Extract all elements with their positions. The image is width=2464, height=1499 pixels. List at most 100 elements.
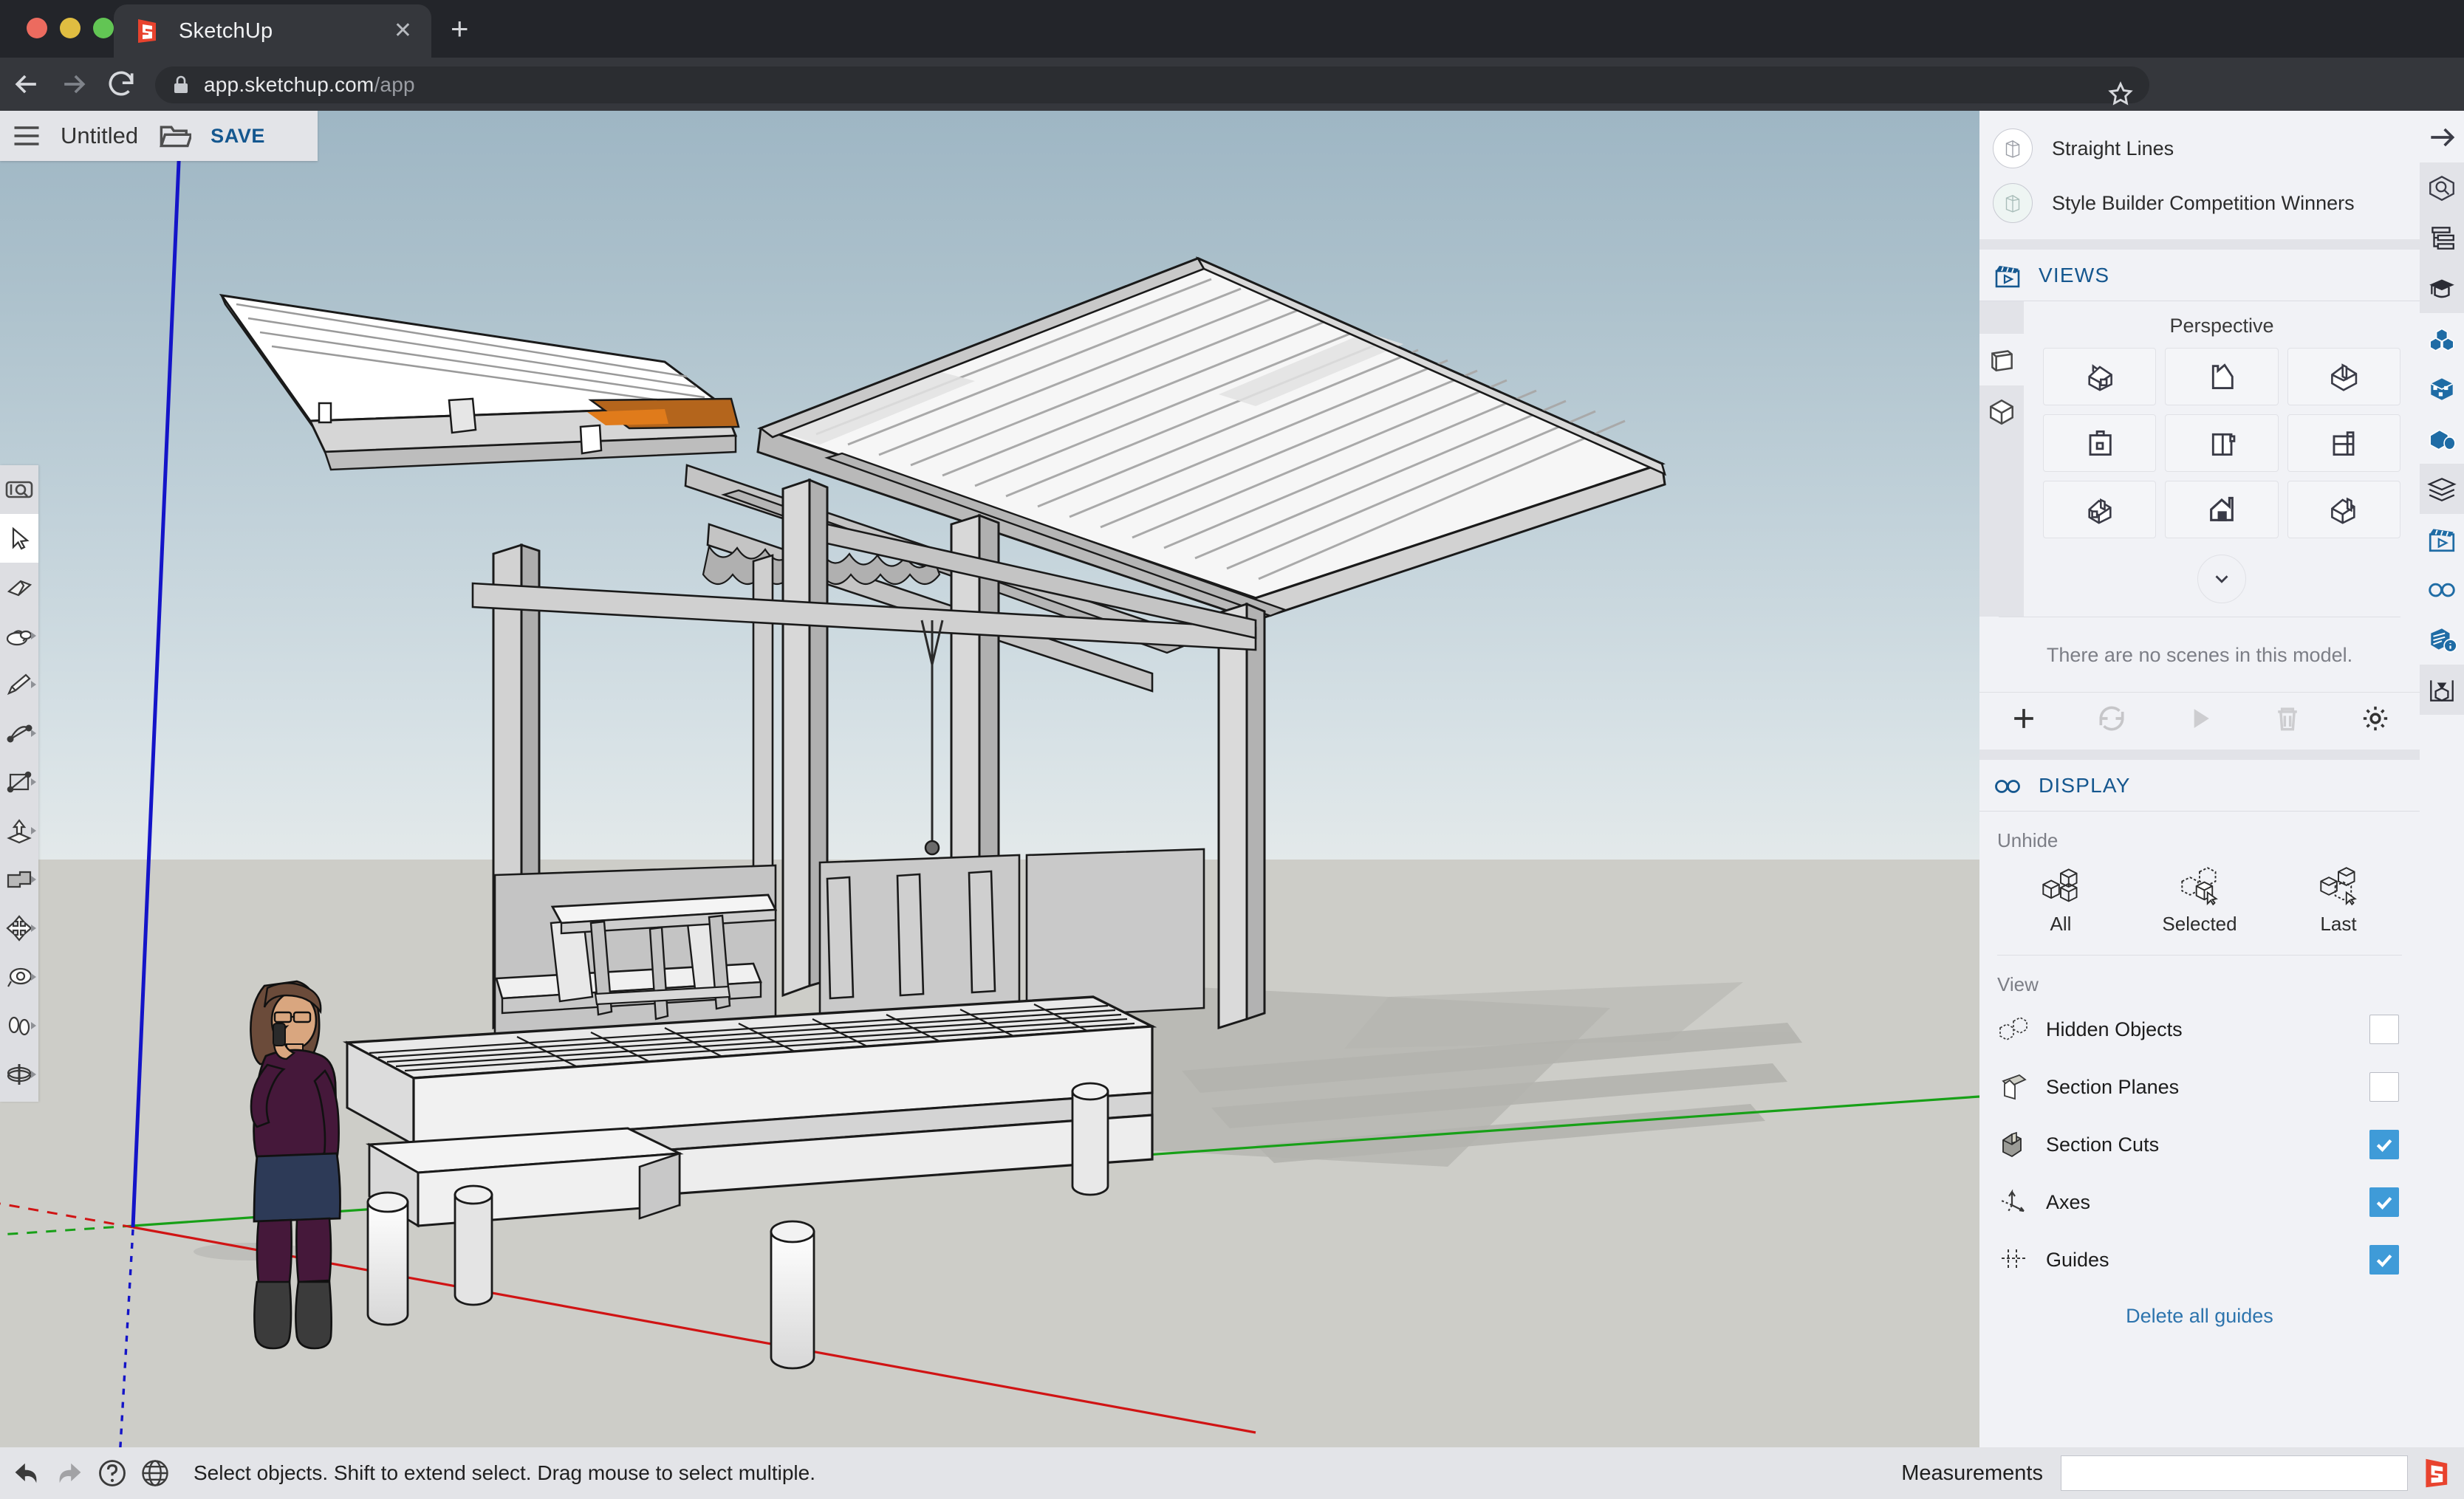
view-toggle-guides[interactable]: Guides	[1979, 1231, 2420, 1289]
standard-view-iso[interactable]	[2043, 348, 2157, 405]
rail-entity-info[interactable]	[2420, 414, 2464, 464]
view-toggle-section-cuts[interactable]: Section Cuts	[1979, 1116, 2420, 1173]
forward-arrow-icon[interactable]	[58, 68, 90, 100]
view-toggle-label: Axes	[2046, 1190, 2091, 1213]
search-tools-button[interactable]	[0, 465, 38, 514]
left-view-icon	[2210, 496, 2234, 521]
refresh-icon	[2099, 706, 2124, 731]
view-toggle-axes[interactable]: Axes	[1979, 1173, 2420, 1231]
rail-scenes[interactable]	[2420, 514, 2464, 564]
view-toggle-hidden-objects[interactable]: Hidden Objects	[1979, 1001, 2420, 1058]
style-item-style-builder[interactable]: Style Builder Competition Winners	[1979, 176, 2420, 230]
rail-layers[interactable]	[2420, 464, 2464, 514]
hamburger-menu-icon[interactable]	[10, 120, 43, 152]
rail-model-info[interactable]	[2420, 614, 2464, 665]
standard-view-right[interactable]	[2165, 414, 2279, 472]
page-title[interactable]: Untitled	[61, 123, 138, 149]
close-icon[interactable]: ✕	[394, 20, 412, 42]
minimize-window-button[interactable]	[60, 18, 81, 38]
style-item-straight-lines[interactable]: Straight Lines	[1979, 121, 2420, 176]
rail-search-model[interactable]	[2420, 162, 2464, 213]
close-window-button[interactable]	[27, 18, 47, 38]
panel-divider	[1979, 239, 2420, 250]
add-scene-button[interactable]	[2008, 702, 2040, 740]
checkbox-axes[interactable]	[2369, 1187, 2399, 1217]
redo-arrow-icon[interactable]	[53, 1457, 86, 1489]
rail-instructor[interactable]	[2420, 263, 2464, 313]
rail-components[interactable]	[2420, 313, 2464, 363]
save-button[interactable]: SAVE	[211, 125, 265, 148]
submenu-arrow-icon[interactable]	[31, 730, 36, 737]
checkbox-section-cuts[interactable]	[2369, 1130, 2399, 1159]
trash-icon	[2278, 707, 2297, 731]
tape-measure-tool[interactable]	[0, 953, 38, 1001]
offset-tool[interactable]	[0, 855, 38, 904]
checkbox-hidden-objects[interactable]	[2369, 1015, 2399, 1044]
line-tool[interactable]	[0, 660, 38, 709]
maximize-window-button[interactable]	[93, 18, 114, 38]
standard-view-left[interactable]	[2165, 481, 2279, 538]
star-icon[interactable]	[2107, 80, 2135, 108]
paint-bucket-tool[interactable]	[0, 611, 38, 660]
submenu-arrow-icon[interactable]	[31, 681, 36, 688]
standard-view-front[interactable]	[2043, 414, 2157, 472]
eraser-tool[interactable]	[0, 563, 38, 611]
display-section-header[interactable]: DISPLAY	[1979, 760, 2420, 812]
move-tool[interactable]	[0, 904, 38, 953]
new-tab-button[interactable]: +	[451, 13, 469, 44]
globe-icon[interactable]	[139, 1457, 171, 1489]
delete-scene-button[interactable]	[2271, 702, 2304, 740]
push-pull-tool[interactable]	[0, 806, 38, 855]
rail-materials[interactable]	[2420, 363, 2464, 414]
expand-views-button[interactable]	[2197, 555, 2246, 603]
submenu-arrow-icon[interactable]	[31, 778, 36, 786]
standard-view-top[interactable]	[2165, 348, 2279, 405]
folder-open-icon[interactable]	[159, 121, 192, 151]
submenu-arrow-icon[interactable]	[31, 876, 36, 883]
rectangle-tool[interactable]	[0, 758, 38, 806]
orbit-tool[interactable]	[0, 1050, 38, 1099]
delete-all-guides-link[interactable]: Delete all guides	[1979, 1289, 2420, 1342]
submenu-arrow-icon[interactable]	[31, 925, 36, 932]
play-scenes-button[interactable]	[2183, 702, 2216, 740]
submenu-arrow-icon[interactable]	[31, 1022, 36, 1029]
standard-view-iso-left[interactable]	[2043, 481, 2157, 538]
update-scene-button[interactable]	[2095, 702, 2128, 740]
arrow-right-icon[interactable]	[2426, 121, 2458, 154]
submenu-arrow-icon[interactable]	[31, 632, 36, 639]
rail-display[interactable]	[2420, 564, 2464, 614]
question-mark-icon[interactable]	[96, 1457, 129, 1489]
projection-tab-perspective[interactable]	[1979, 385, 2024, 437]
measurements-input[interactable]	[2061, 1455, 2408, 1491]
standard-view-iso-right[interactable]	[2287, 481, 2400, 538]
view-toggle-section-planes[interactable]: Section Planes	[1979, 1058, 2420, 1116]
status-message: Select objects. Shift to extend select. …	[194, 1461, 815, 1484]
address-bar[interactable]: app.sketchup.com/app	[155, 66, 2149, 106]
style-thumb-icon	[1993, 183, 2033, 223]
lock-icon	[174, 75, 188, 93]
checkbox-section-planes[interactable]	[2369, 1072, 2399, 1102]
unhide-last-button[interactable]: Last	[2283, 867, 2394, 936]
select-tool[interactable]	[0, 514, 38, 563]
submenu-arrow-icon[interactable]	[31, 827, 36, 834]
3d-model-canvas[interactable]	[0, 111, 1979, 1484]
arc-tool[interactable]	[0, 709, 38, 758]
browser-tab[interactable]: SketchUp ✕	[114, 4, 431, 58]
scene-settings-button[interactable]	[2359, 702, 2392, 740]
checkbox-guides[interactable]	[2369, 1245, 2399, 1275]
reload-icon[interactable]	[105, 68, 137, 100]
undo-arrow-icon[interactable]	[10, 1457, 43, 1489]
walk-tool[interactable]	[0, 1001, 38, 1050]
rail-outliner[interactable]	[2420, 213, 2464, 263]
unhide-all-button[interactable]: All	[2005, 867, 2116, 936]
submenu-arrow-icon[interactable]	[31, 1071, 36, 1078]
style-cube-icon	[2005, 140, 2020, 158]
standard-view-iso-back[interactable]	[2287, 348, 2400, 405]
views-section-header[interactable]: VIEWS	[1979, 250, 2420, 301]
rail-export[interactable]	[2420, 665, 2464, 715]
back-arrow-icon[interactable]	[10, 68, 43, 100]
unhide-selected-button[interactable]: Selected	[2144, 867, 2255, 936]
projection-tab-parallel[interactable]	[1979, 334, 2024, 385]
submenu-arrow-icon[interactable]	[31, 973, 36, 981]
standard-view-back[interactable]	[2287, 414, 2400, 472]
